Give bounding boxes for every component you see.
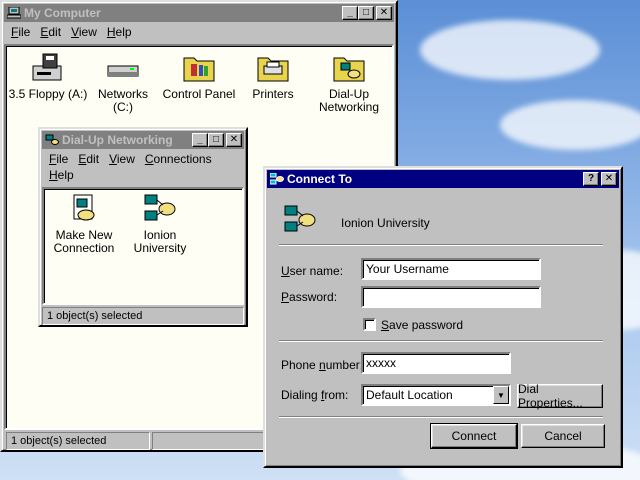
window-title: My Computer	[24, 6, 101, 20]
menu-help[interactable]: Help	[44, 167, 79, 183]
menu-connections[interactable]: Connections	[140, 151, 217, 167]
connection-name: Ionion University	[341, 216, 430, 230]
dialup-networking-item[interactable]: Dial-Up Networking	[316, 52, 382, 114]
dialup-networking-window[interactable]: Dial-Up Networking _ □ ✕ File Edit View …	[38, 127, 248, 327]
dialup-titlebar[interactable]: Dial-Up Networking _ □ ✕	[42, 131, 244, 149]
user-name-field[interactable]: Your Username	[361, 258, 541, 280]
icon-label: 3.5 Floppy (A:)	[8, 87, 88, 101]
separator-middle	[279, 340, 603, 342]
floppy-drive-item[interactable]: 3.5 Floppy (A:)	[8, 52, 88, 101]
save-password-label[interactable]: Save password	[381, 318, 463, 332]
close-button[interactable]: ✕	[601, 172, 617, 186]
ionion-university-item[interactable]: Ionion University	[128, 193, 192, 255]
hard-drive-icon	[107, 65, 139, 77]
phone-number-field[interactable]: xxxxx	[361, 352, 511, 374]
printers-item[interactable]: Printers	[242, 52, 304, 101]
make-new-connection-item[interactable]: Make New Connection	[48, 193, 120, 255]
connection-small-icon	[269, 172, 284, 185]
dialup-menubar: File Edit View Connections Help	[40, 149, 246, 185]
minimize-button[interactable]: _	[342, 6, 358, 20]
phone-number-value: xxxxx	[366, 356, 396, 370]
my-computer-menubar: File Edit View Help	[2, 22, 396, 42]
dialing-from-value: Default Location	[366, 388, 453, 402]
icon-label: Make New	[55, 228, 113, 242]
close-button[interactable]: ✕	[226, 133, 242, 147]
networks-drive-item[interactable]: Networks (C:)	[88, 52, 158, 114]
icon-label: Dial-Up	[328, 87, 369, 101]
status-text: 1 object(s) selected	[6, 432, 150, 450]
menu-help[interactable]: Help	[102, 24, 137, 40]
help-button[interactable]: ?	[583, 172, 599, 186]
dialup-small-icon	[45, 134, 59, 146]
dialing-from-label: Dialing from:	[281, 388, 349, 402]
save-password-checkbox[interactable]	[363, 318, 376, 331]
icon-label-line2: University	[133, 241, 187, 255]
status-text: 1 object(s) selected	[42, 307, 244, 325]
connect-button[interactable]: Connect	[430, 423, 518, 449]
computer-icon	[6, 6, 22, 19]
menu-edit[interactable]: Edit	[35, 24, 66, 40]
dial-properties-button[interactable]: Dial Properties...	[517, 382, 603, 410]
control-panel-item[interactable]: Control Panel	[162, 52, 236, 101]
dialing-from-select[interactable]: Default Location ▼	[361, 384, 511, 406]
menu-edit[interactable]: Edit	[73, 151, 104, 167]
separator-bottom	[279, 416, 603, 418]
icon-label-line2: Connection	[53, 241, 115, 255]
cancel-button[interactable]: Cancel	[521, 424, 605, 448]
connect-titlebar[interactable]: Connect To ? ✕	[267, 170, 619, 188]
connection-icon	[144, 194, 176, 221]
connection-large-icon	[284, 205, 316, 232]
printers-folder-icon	[257, 57, 289, 82]
icon-label: Control Panel	[162, 87, 236, 101]
dropdown-arrow-icon[interactable]: ▼	[493, 386, 509, 404]
icon-label: Ionion	[143, 228, 177, 242]
dialup-content: Make New Connection Ionion University	[42, 187, 244, 305]
control-panel-folder-icon	[183, 57, 215, 82]
icon-label: Networks (C:)	[97, 87, 148, 114]
icon-label: Printers	[252, 87, 294, 101]
menu-file[interactable]: File	[44, 151, 73, 167]
password-label: Password:	[281, 290, 338, 304]
minimize-button[interactable]: _	[192, 133, 208, 147]
dialup-folder-icon	[333, 57, 365, 82]
menu-view[interactable]: View	[104, 151, 140, 167]
menu-view[interactable]: View	[66, 24, 102, 40]
make-new-connection-icon	[73, 194, 95, 221]
window-title: Dial-Up Networking	[62, 133, 173, 147]
maximize-button[interactable]: □	[208, 133, 224, 147]
dialog-title: Connect To	[287, 172, 353, 186]
my-computer-titlebar[interactable]: My Computer _ □ ✕	[4, 4, 394, 22]
separator-top	[279, 244, 603, 246]
maximize-button[interactable]: □	[358, 6, 374, 20]
phone-number-label: Phone number:	[281, 358, 364, 372]
user-name-label: User name:	[281, 264, 344, 278]
floppy-drive-icon	[32, 53, 62, 81]
icon-label-line2: Networking	[318, 100, 380, 114]
dialup-statusbar: 1 object(s) selected	[42, 307, 244, 325]
connect-to-dialog[interactable]: Connect To ? ✕ Ionion University User na…	[263, 166, 623, 468]
close-button[interactable]: ✕	[376, 6, 392, 20]
menu-file[interactable]: File	[6, 24, 35, 40]
user-name-value: Your Username	[366, 262, 449, 276]
password-field[interactable]	[361, 286, 541, 308]
